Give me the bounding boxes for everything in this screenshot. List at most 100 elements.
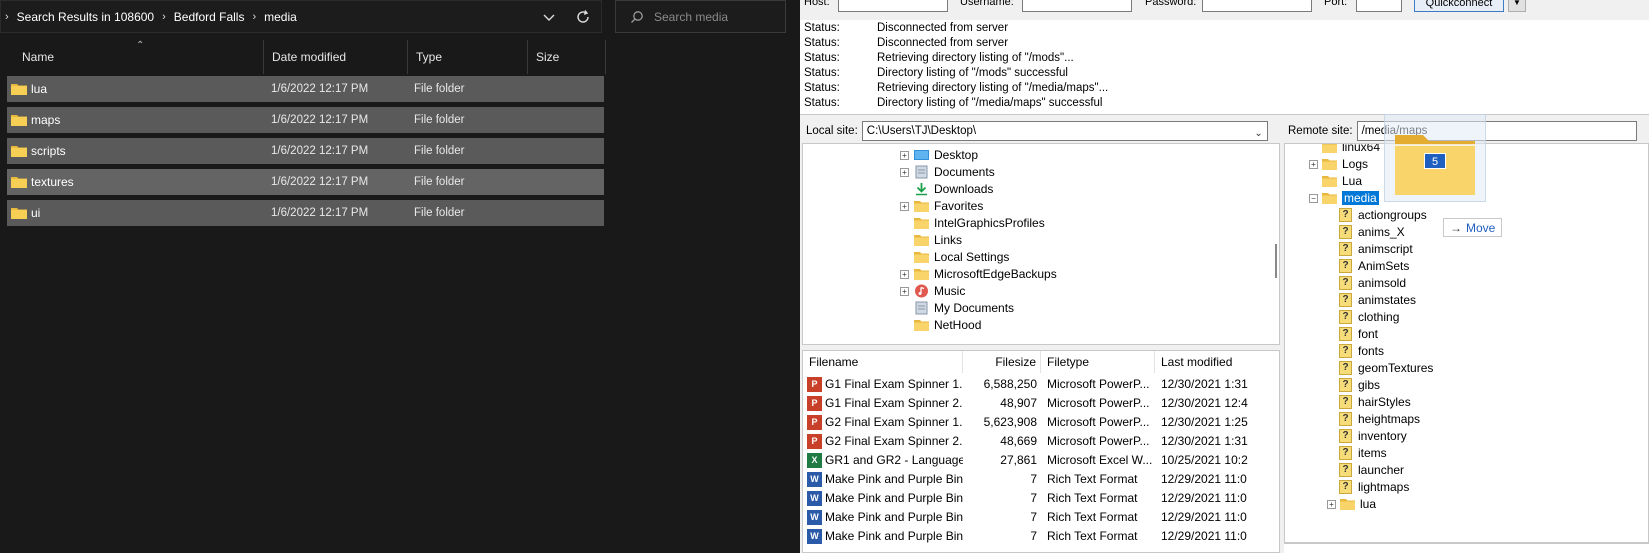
chevron-down-icon[interactable]: ⌄: [1254, 125, 1262, 143]
tree-item-local-settings[interactable]: Local Settings: [913, 248, 1009, 266]
tree-item-animsold[interactable]: ? animsold: [1339, 274, 1406, 292]
tree-item-font[interactable]: ? font: [1339, 325, 1378, 343]
search-box[interactable]: [615, 0, 786, 33]
remote-directory-tree[interactable]: linux64 + Logs Lua − media ? actiongroups…: [1284, 143, 1649, 543]
breadcrumb-bedford-falls[interactable]: Bedford Falls: [174, 10, 245, 24]
expand-icon[interactable]: +: [900, 202, 909, 211]
port-label: Port:: [1324, 0, 1348, 8]
tree-item-launcher[interactable]: ? launcher: [1339, 461, 1404, 479]
unknown-folder-icon: ?: [1339, 429, 1352, 443]
tree-item-media[interactable]: media: [1321, 189, 1379, 207]
expand-icon[interactable]: +: [1327, 500, 1336, 509]
file-row-lua[interactable]: lua 1/6/2022 12:17 PM File folder: [7, 76, 604, 102]
file-row[interactable]: W Make Pink and Purple Bin... 7 Rich Tex…: [803, 489, 1279, 508]
file-row[interactable]: P G1 Final Exam Spinner 2.p... 48,907 Mi…: [803, 394, 1279, 413]
column-size[interactable]: Size: [528, 40, 606, 74]
column-filename[interactable]: Filename: [803, 351, 963, 373]
drag-count-badge: 5: [1424, 153, 1446, 169]
file-row[interactable]: W Make Pink and Purple Bin... 7 Rich Tex…: [803, 527, 1279, 546]
tree-item-clothing[interactable]: ? clothing: [1339, 308, 1399, 326]
breadcrumb-search-results[interactable]: Search Results in 108600: [17, 10, 154, 24]
column-last-modified[interactable]: Last modified: [1155, 351, 1279, 373]
local-tree-scrollbar[interactable]: [1271, 144, 1279, 344]
unknown-folder-icon: ?: [1339, 225, 1352, 239]
expand-icon[interactable]: +: [1309, 160, 1318, 169]
unknown-folder-icon: ?: [1339, 378, 1352, 392]
tree-item-my-documents[interactable]: My Documents: [913, 299, 1014, 317]
download-icon: [916, 183, 927, 196]
file-row[interactable]: W Make Pink and Purple Bin... 7 Rich Tex…: [803, 470, 1279, 489]
tree-item-music[interactable]: Music: [913, 282, 965, 300]
unknown-folder-icon: ?: [1339, 446, 1352, 460]
unknown-folder-icon: ?: [1339, 242, 1352, 256]
tree-item-animstates[interactable]: ? animstates: [1339, 291, 1416, 309]
tree-item-geomtextures[interactable]: ? geomTextures: [1339, 359, 1433, 377]
local-directory-tree[interactable]: + Desktop + Documents Downloads + Favori…: [802, 143, 1280, 345]
tree-item-inventory[interactable]: ? inventory: [1339, 427, 1407, 445]
unknown-folder-icon: ?: [1339, 310, 1352, 324]
expand-icon[interactable]: +: [900, 168, 909, 177]
username-input[interactable]: [1022, 0, 1132, 12]
tree-item-downloads[interactable]: Downloads: [913, 180, 993, 198]
column-filesize[interactable]: Filesize: [963, 351, 1041, 373]
expand-icon[interactable]: +: [900, 270, 909, 279]
move-tooltip: → Move: [1443, 218, 1503, 237]
password-input[interactable]: [1202, 0, 1312, 12]
quickconnect-button[interactable]: Quickconnect: [1414, 0, 1504, 12]
address-bar[interactable]: › Search Results in 108600 › Bedford Fal…: [0, 0, 602, 33]
local-site-path[interactable]: C:\Users\TJ\Desktop\ ⌄: [861, 121, 1268, 143]
tree-item-intelgraphicsprofiles[interactable]: IntelGraphicsProfiles: [913, 214, 1045, 232]
tree-item-fonts[interactable]: ? fonts: [1339, 342, 1384, 360]
tree-item-links[interactable]: Links: [913, 231, 962, 249]
word-rtf-icon: W: [807, 510, 822, 525]
column-filetype[interactable]: Filetype: [1041, 351, 1155, 373]
file-row-scripts[interactable]: scripts 1/6/2022 12:17 PM File folder: [7, 138, 604, 164]
tree-item-lua[interactable]: lua: [1339, 495, 1376, 513]
host-input[interactable]: [838, 0, 948, 12]
file-row[interactable]: X GR1 and GR2 - Language ... 27,861 Micr…: [803, 451, 1279, 470]
quickconnect-dropdown-icon[interactable]: ▼: [1508, 0, 1526, 12]
file-row-ui[interactable]: ui 1/6/2022 12:17 PM File folder: [7, 200, 604, 226]
tree-item-gibs[interactable]: ? gibs: [1339, 376, 1380, 394]
collapse-icon[interactable]: −: [1309, 194, 1318, 203]
tree-item-items[interactable]: ? items: [1339, 444, 1387, 462]
local-site-bar: Local site: C:\Users\TJ\Desktop\ ⌄: [802, 120, 1280, 142]
scrollbar-thumb[interactable]: [1275, 244, 1277, 278]
tree-item-nethood[interactable]: NetHood: [913, 316, 981, 334]
file-row[interactable]: P G2 Final Exam Spinner 2.p... 48,669 Mi…: [803, 432, 1279, 451]
column-name[interactable]: Name: [14, 40, 264, 74]
search-icon: [631, 10, 643, 23]
tree-item-animsets[interactable]: ? AnimSets: [1339, 257, 1409, 275]
column-type[interactable]: Type: [408, 40, 528, 74]
tree-item-hairstyles[interactable]: ? hairStyles: [1339, 393, 1411, 411]
column-date-modified[interactable]: Date modified: [264, 40, 408, 74]
unknown-folder-icon: ?: [1339, 480, 1352, 494]
file-row-maps[interactable]: maps 1/6/2022 12:17 PM File folder: [7, 107, 604, 133]
tree-item-documents[interactable]: Documents: [913, 163, 995, 181]
expand-icon[interactable]: +: [900, 151, 909, 160]
chevron-down-icon[interactable]: [541, 9, 557, 25]
breadcrumb-media[interactable]: media: [264, 10, 297, 24]
file-row[interactable]: W Make Pink and Purple Bin... 7 Rich Tex…: [803, 508, 1279, 527]
local-file-list[interactable]: ⌃ Filename Filesize Filetype Last modifi…: [802, 350, 1280, 553]
tree-item-microsoftedgebackups[interactable]: MicrosoftEdgeBackups: [913, 265, 1057, 283]
tree-item-heightmaps[interactable]: ? heightmaps: [1339, 410, 1420, 428]
folder-icon: [11, 115, 27, 126]
tree-item-logs[interactable]: Logs: [1321, 155, 1368, 173]
tree-item-favorites[interactable]: Favorites: [913, 197, 983, 215]
file-row[interactable]: P G1 Final Exam Spinner 1.p... 6,588,250…: [803, 375, 1279, 394]
expand-icon[interactable]: +: [900, 287, 909, 296]
tree-item-lightmaps[interactable]: ? lightmaps: [1339, 478, 1409, 496]
tree-item-actiongroups[interactable]: ? actiongroups: [1339, 206, 1427, 224]
tree-item-animscript[interactable]: ? animscript: [1339, 240, 1413, 258]
tree-item-desktop[interactable]: Desktop: [913, 146, 978, 164]
tree-item-lua-root[interactable]: Lua: [1321, 172, 1362, 190]
file-row-textures[interactable]: textures 1/6/2022 12:17 PM File folder: [7, 169, 604, 195]
file-row[interactable]: P G2 Final Exam Spinner 1.p... 5,623,908…: [803, 413, 1279, 432]
unknown-folder-icon: ?: [1339, 412, 1352, 426]
refresh-icon[interactable]: [575, 9, 591, 25]
search-input[interactable]: [654, 9, 784, 24]
tree-item-anims-x[interactable]: ? anims_X: [1339, 223, 1405, 241]
file-type: File folder: [414, 83, 465, 95]
port-input[interactable]: [1356, 0, 1402, 12]
